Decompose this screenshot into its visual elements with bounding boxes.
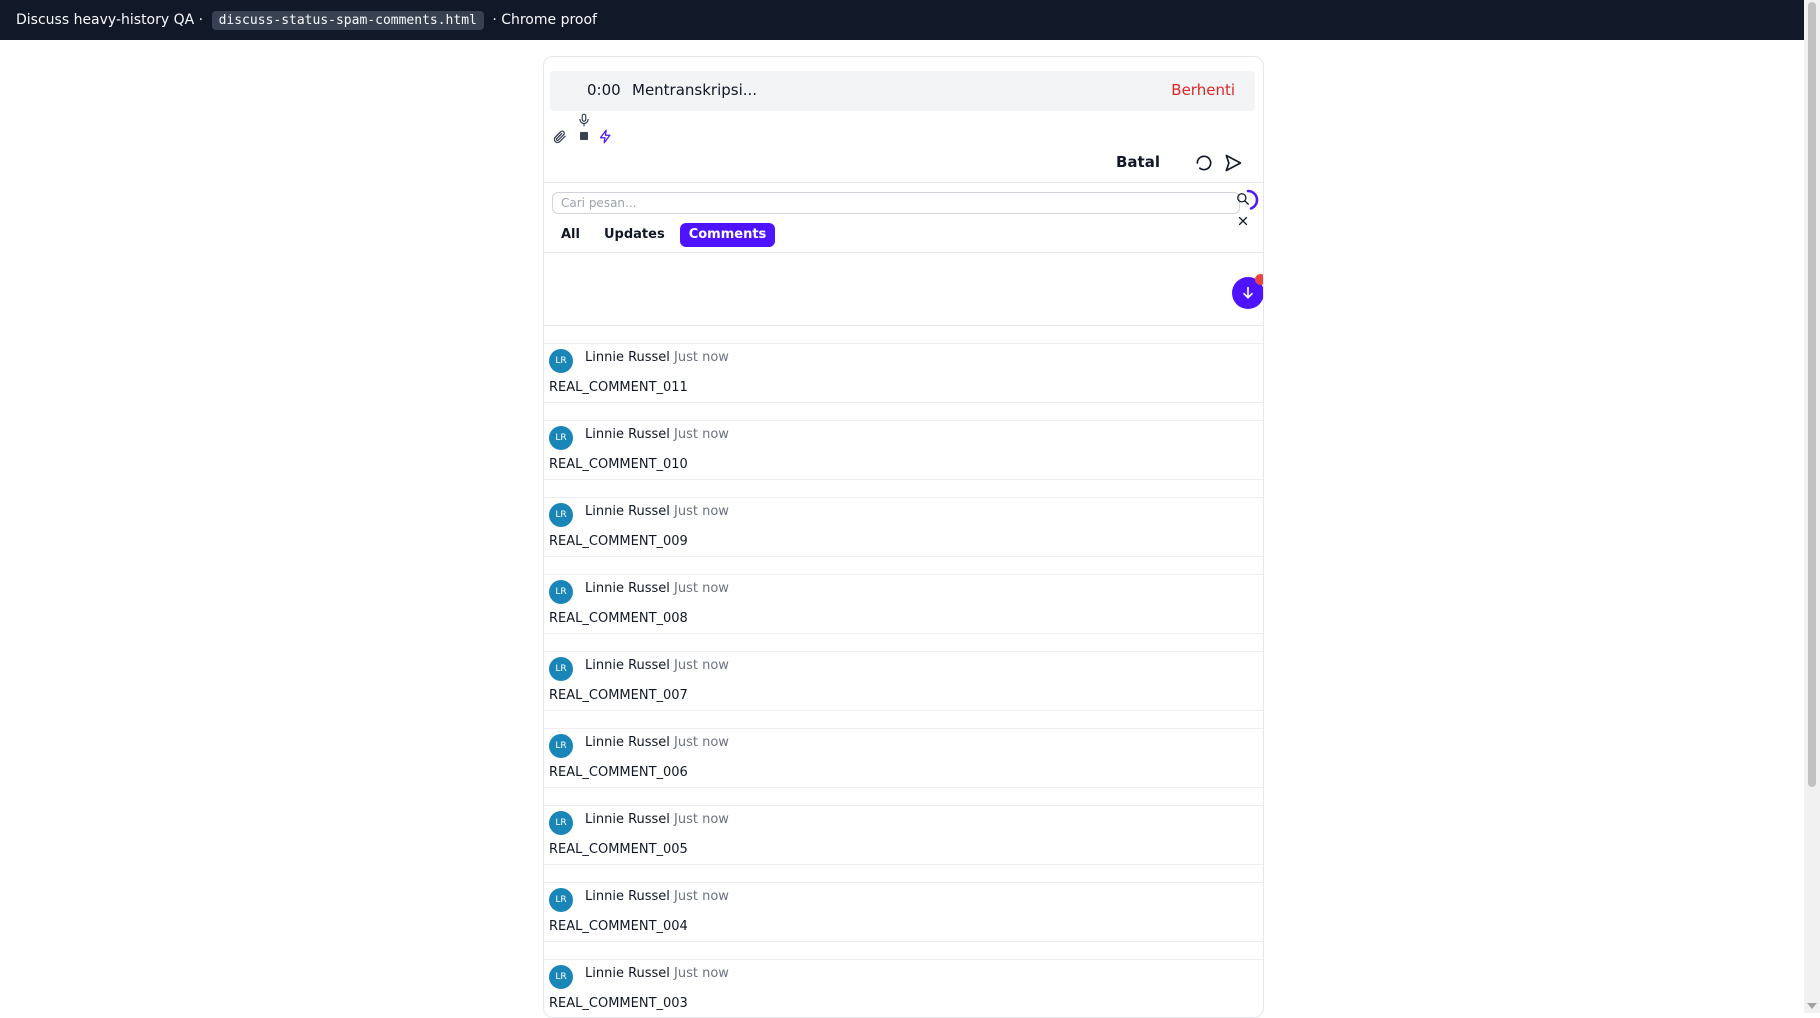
scroll-down-arrow-icon[interactable] bbox=[1807, 1003, 1817, 1009]
stop-icon[interactable] bbox=[575, 127, 593, 145]
comment-time: Just now bbox=[674, 581, 729, 596]
search-input[interactable] bbox=[552, 192, 1240, 214]
discuss-panel: 0:00 Mentranskripsi... Berhenti Batal Al… bbox=[543, 56, 1264, 1018]
avatar: LR bbox=[549, 888, 573, 912]
comment-list: LR Linnie Russel Just now REAL_COMMENT_0… bbox=[544, 343, 1263, 1017]
comment-item: LR Linnie Russel Just now REAL_COMMENT_0… bbox=[544, 959, 1263, 1017]
tab-updates[interactable]: Updates bbox=[595, 223, 674, 247]
comment-time: Just now bbox=[674, 966, 729, 981]
list-top-divider bbox=[544, 325, 1263, 326]
comment-body: REAL_COMMENT_009 bbox=[549, 534, 688, 549]
filter-tabs: All Updates Comments bbox=[552, 223, 776, 247]
comment-body: REAL_COMMENT_007 bbox=[549, 688, 688, 703]
scrollbar-thumb[interactable] bbox=[1808, 2, 1816, 787]
comment-body: REAL_COMMENT_006 bbox=[549, 765, 688, 780]
comment-item: LR Linnie Russel Just now REAL_COMMENT_0… bbox=[544, 882, 1263, 942]
bolt-icon[interactable] bbox=[596, 127, 614, 145]
tab-comments[interactable]: Comments bbox=[679, 223, 776, 247]
avatar: LR bbox=[549, 734, 573, 758]
stop-recording-button[interactable]: Berhenti bbox=[1171, 81, 1235, 99]
avatar: LR bbox=[549, 503, 573, 527]
tab-all[interactable]: All bbox=[552, 223, 589, 247]
avatar: LR bbox=[549, 580, 573, 604]
cancel-button[interactable]: Batal bbox=[1116, 153, 1160, 171]
recording-time: 0:00 bbox=[587, 81, 621, 99]
comment-author[interactable]: Linnie Russel bbox=[585, 889, 670, 904]
comment-time: Just now bbox=[674, 427, 729, 442]
comment-body: REAL_COMMENT_005 bbox=[549, 842, 688, 857]
comment-body: REAL_COMMENT_010 bbox=[549, 457, 688, 472]
scroll-to-latest-button[interactable] bbox=[1232, 274, 1263, 309]
tabs-divider bbox=[544, 252, 1263, 253]
comment-time: Just now bbox=[674, 889, 729, 904]
file-name: discuss-status-spam-comments.html bbox=[211, 10, 484, 30]
search-icon[interactable] bbox=[1234, 190, 1252, 208]
comment-author[interactable]: Linnie Russel bbox=[585, 812, 670, 827]
comment-time: Just now bbox=[674, 812, 729, 827]
avatar: LR bbox=[549, 965, 573, 989]
comment-time: Just now bbox=[674, 658, 729, 673]
comment-time: Just now bbox=[674, 735, 729, 750]
window-title-bar: Discuss heavy-history QA · discuss-statu… bbox=[0, 0, 1804, 40]
comment-item: LR Linnie Russel Just now REAL_COMMENT_0… bbox=[544, 651, 1263, 711]
comment-body: REAL_COMMENT_003 bbox=[549, 996, 688, 1011]
paperclip-icon[interactable] bbox=[550, 127, 568, 145]
comment-item: LR Linnie Russel Just now REAL_COMMENT_0… bbox=[544, 728, 1263, 788]
comment-author[interactable]: Linnie Russel bbox=[585, 350, 670, 365]
unread-indicator bbox=[1255, 274, 1263, 285]
comment-author[interactable]: Linnie Russel bbox=[585, 427, 670, 442]
avatar: LR bbox=[549, 349, 573, 373]
comment-time: Just now bbox=[674, 504, 729, 519]
comment-body: REAL_COMMENT_004 bbox=[549, 919, 688, 934]
undo-icon[interactable] bbox=[1193, 152, 1215, 174]
arrow-down-icon bbox=[1243, 286, 1253, 299]
send-icon[interactable] bbox=[1222, 152, 1244, 174]
comment-body: REAL_COMMENT_008 bbox=[549, 611, 688, 626]
recording-bar: 0:00 Mentranskripsi... Berhenti bbox=[550, 71, 1255, 111]
comment-item: LR Linnie Russel Just now REAL_COMMENT_0… bbox=[544, 805, 1263, 865]
comment-author[interactable]: Linnie Russel bbox=[585, 504, 670, 519]
close-icon[interactable] bbox=[1234, 212, 1252, 230]
comment-author[interactable]: Linnie Russel bbox=[585, 966, 670, 981]
comment-author[interactable]: Linnie Russel bbox=[585, 581, 670, 596]
comment-item: LR Linnie Russel Just now REAL_COMMENT_0… bbox=[544, 420, 1263, 480]
avatar: LR bbox=[549, 657, 573, 681]
comment-author[interactable]: Linnie Russel bbox=[585, 658, 670, 673]
comment-body: REAL_COMMENT_011 bbox=[549, 380, 688, 395]
comment-item: LR Linnie Russel Just now REAL_COMMENT_0… bbox=[544, 574, 1263, 634]
avatar: LR bbox=[549, 426, 573, 450]
comment-author[interactable]: Linnie Russel bbox=[585, 735, 670, 750]
page-scrollbar[interactable] bbox=[1804, 0, 1820, 1013]
title-suffix: · Chrome proof bbox=[492, 12, 597, 28]
comment-time: Just now bbox=[674, 350, 729, 365]
comment-item: LR Linnie Russel Just now REAL_COMMENT_0… bbox=[544, 343, 1263, 403]
composer-divider bbox=[544, 182, 1263, 183]
avatar: LR bbox=[549, 811, 573, 835]
recording-status: Mentranskripsi... bbox=[632, 81, 758, 99]
title-prefix: Discuss heavy-history QA · bbox=[16, 12, 204, 28]
comment-item: LR Linnie Russel Just now REAL_COMMENT_0… bbox=[544, 497, 1263, 557]
